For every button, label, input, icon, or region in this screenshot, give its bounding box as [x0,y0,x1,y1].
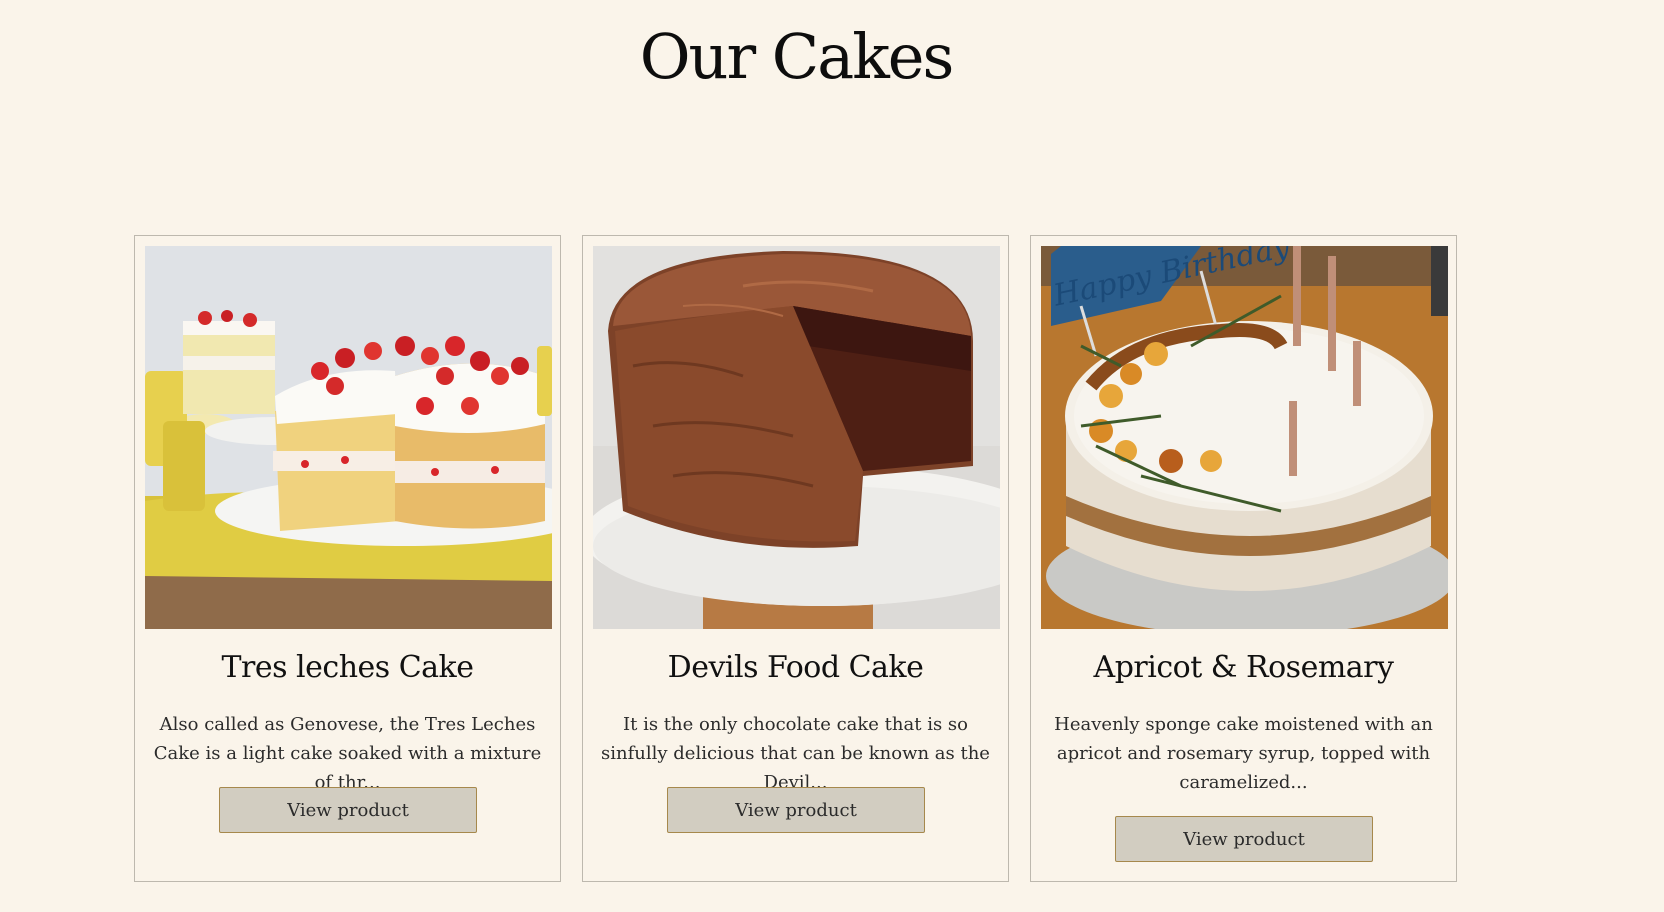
product-card-apricot-rosemary: Happy Birthday Apricot & Rosemary Heaven… [1030,235,1457,882]
view-product-button[interactable]: View product [667,787,925,833]
apricot-rosemary-cake-image[interactable]: Happy Birthday [1041,246,1448,629]
strawberry-sponge-cake-image[interactable] [145,246,552,629]
product-description: It is the only chocolate cake that is so… [601,714,990,793]
chocolate-layer-cake-image[interactable] [593,246,1000,629]
product-title: Devils Food Cake [667,650,924,685]
product-card-tres-leches: Tres leches Cake Also called as Genovese… [134,235,561,882]
product-title: Apricot & Rosemary [1093,650,1394,685]
view-product-button[interactable]: View product [1115,816,1373,862]
product-card-devils-food: Devils Food Cake It is the only chocolat… [582,235,1009,882]
page-title: Our Cakes [639,20,955,93]
view-product-button[interactable]: View product [219,787,477,833]
cakes-page: Our Cakes Tres leches Cake Also called a… [0,0,1664,912]
product-description: Heavenly sponge cake moistened with an a… [1054,714,1433,793]
product-description: Also called as Genovese, the Tres Leches… [153,714,542,793]
product-title: Tres leches Cake [221,650,474,685]
